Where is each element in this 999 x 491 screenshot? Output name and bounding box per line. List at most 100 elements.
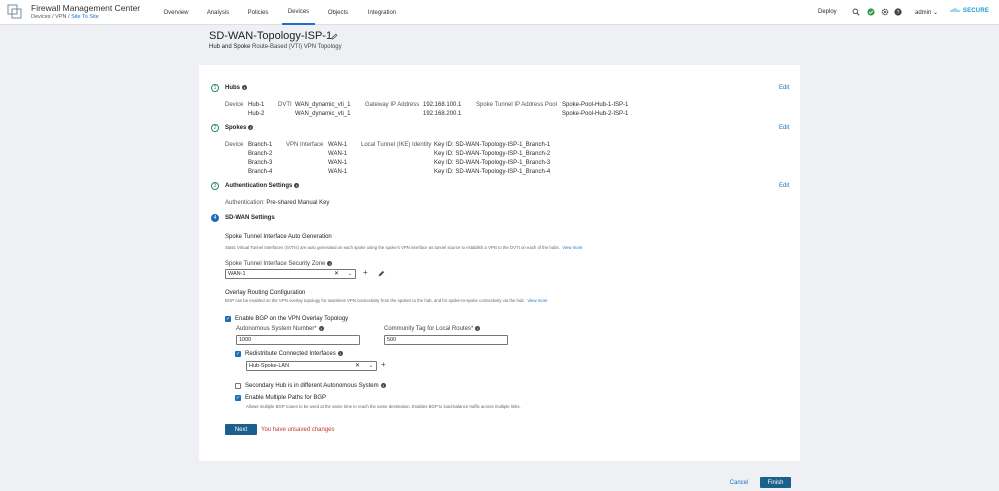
chevron-down-icon[interactable]: ⌄ <box>369 362 373 371</box>
svg-text:?: ? <box>897 10 900 16</box>
auth-section-title: Authentication Settings i <box>225 183 300 190</box>
asn-input[interactable]: 1000 <box>236 335 360 345</box>
multipath-checkbox[interactable]: ✓ <box>235 395 241 401</box>
info-icon: i <box>380 383 386 388</box>
add-zone-icon[interactable]: + <box>363 268 368 277</box>
spokes-ike-label: Local Tunnel (IKE) Identity <box>361 142 432 148</box>
zone-label: Spoke Tunnel Interface Security Zone i <box>225 261 333 268</box>
info-icon: i <box>294 183 300 188</box>
multipath-label: Enable Multiple Paths for BGP <box>245 395 327 401</box>
spoke-ike: Key ID: SD-WAN-Topology-ISP-1_Branch-3 <box>434 160 551 166</box>
clear-icon[interactable]: ✕ <box>334 270 339 279</box>
nav-devices[interactable]: Devices <box>282 0 315 25</box>
sdwan-section-title: SD-WAN Settings <box>225 215 275 221</box>
auto-gen-title: Spoke Tunnel Interface Auto Generation <box>225 234 332 240</box>
breadcrumb-devices[interactable]: Devices <box>31 14 51 20</box>
fmc-logo-icon <box>7 4 22 19</box>
nav-policies[interactable]: Policies <box>241 0 275 25</box>
redistribute-label: Redistribute Connected Interfaces i <box>245 351 343 358</box>
info-icon: i <box>318 326 324 331</box>
hubs-device-label: Device <box>225 102 244 108</box>
info-icon: i <box>337 351 343 356</box>
status-ok-icon[interactable] <box>867 8 875 16</box>
hubs-gateway-label: Gateway IP Address <box>365 102 420 108</box>
pencil-icon[interactable] <box>378 270 385 277</box>
community-label: Community Tag for Local Routes* i <box>384 326 481 333</box>
hub-dvti: WAN_dynamic_vti_1 <box>295 102 351 108</box>
page-title: SD-WAN-Topology-ISP-1 <box>209 30 333 42</box>
info-icon: i <box>248 125 254 130</box>
auto-gen-desc: Static Virtual Tunnel Interfaces (SVTIs)… <box>225 245 583 250</box>
spoke-device: Branch-4 <box>248 169 273 175</box>
summary-card: 1 Hubs i Edit Device Hub-1 Hub-2 DVTI WAN… <box>199 65 800 461</box>
user-menu[interactable]: admin ⌄ <box>915 9 938 16</box>
breadcrumb-vpn[interactable]: VPN <box>55 14 66 20</box>
spokes-vpn-label: VPN Interface <box>286 142 324 148</box>
spoke-ike: Key ID: SD-WAN-Topology-ISP-1_Branch-1 <box>434 142 551 148</box>
spokes-device-label: Device <box>225 142 244 148</box>
deploy-button[interactable]: Deploy <box>818 9 837 15</box>
hub-gateway: 192.168.100.1 <box>423 102 462 108</box>
nav-integration[interactable]: Integration <box>362 0 402 25</box>
add-interface-icon[interactable]: + <box>381 360 386 369</box>
view-more-link[interactable]: View more <box>562 245 582 250</box>
spoke-device: Branch-3 <box>248 160 273 166</box>
spoke-ike: Key ID: SD-WAN-Topology-ISP-1_Branch-2 <box>434 151 551 157</box>
spokes-section-title: Spokes i <box>225 125 254 132</box>
info-icon: i <box>475 326 481 331</box>
redistribute-select[interactable]: Hub-Spoke-LAN ✕ ⌄ <box>246 361 377 371</box>
clear-icon[interactable]: ✕ <box>355 362 360 371</box>
enable-bgp-label: Enable BGP on the VPN Overlay Topology <box>235 316 349 322</box>
redistribute-checkbox[interactable]: ✓ <box>235 351 241 357</box>
next-button[interactable]: Next <box>225 424 257 435</box>
spoke-vpn: WAN-1 <box>328 142 348 148</box>
step-3-indicator: 3 <box>211 182 219 190</box>
top-bar: Firewall Management Center Devices / VPN… <box>0 0 999 25</box>
step-4-indicator: 4 <box>211 214 219 222</box>
chevron-down-icon[interactable]: ⌄ <box>348 270 352 279</box>
search-icon[interactable] <box>852 8 860 16</box>
hubs-section-title: Hubs i <box>225 85 247 92</box>
breadcrumb-site-to-site[interactable]: Site To Site <box>71 14 99 20</box>
community-input[interactable]: 500 <box>384 335 508 345</box>
spoke-device: Branch-1 <box>248 142 273 148</box>
edit-auth-link[interactable]: Edit <box>779 183 789 189</box>
spoke-device: Branch-2 <box>248 151 273 157</box>
enable-bgp-checkbox[interactable]: ✓ <box>225 316 231 322</box>
nav-analysis[interactable]: Analysis <box>200 0 236 25</box>
brand-text: SECURE <box>962 8 990 15</box>
cisco-logo-icon <box>950 8 960 12</box>
step-1-indicator: 1 <box>211 84 219 92</box>
edit-spokes-link[interactable]: Edit <box>779 125 789 131</box>
cisco-secure-logo: SECURE <box>950 8 989 14</box>
hubs-pool-label: Spoke Tunnel IP Address Pool <box>476 102 557 108</box>
multipath-desc: Allows multiple BGP routes to be used at… <box>246 404 521 409</box>
edit-hubs-link[interactable]: Edit <box>779 85 789 91</box>
hub-device: Hub-1 <box>248 102 265 108</box>
overlay-title: Overlay Routing Configuration <box>225 290 306 296</box>
overlay-desc: BGP can be enabled on the VPN overlay to… <box>225 298 548 303</box>
pencil-icon[interactable] <box>331 33 338 40</box>
asn-label: Autonomous System Number* i <box>236 326 324 333</box>
step-2-indicator: 2 <box>211 124 219 132</box>
hub-pool: Spoke-Pool-Hub-1-ISP-1 <box>562 102 629 108</box>
app-title: Firewall Management Center <box>31 3 141 13</box>
secondary-hub-checkbox[interactable] <box>235 383 241 389</box>
view-more-link[interactable]: View more <box>527 298 547 303</box>
finish-button[interactable]: Finish <box>760 477 791 488</box>
spoke-vpn: WAN-1 <box>328 160 348 166</box>
page-subtitle: Hub and Spoke Route-Based (VTI) VPN Topo… <box>209 44 342 50</box>
secondary-hub-label: Secondary Hub is in different Autonomous… <box>245 383 386 390</box>
security-zone-select[interactable]: WAN-1 ✕ ⌄ <box>225 269 356 279</box>
hub-dvti: WAN_dynamic_vti_1 <box>295 111 351 117</box>
nav-objects[interactable]: Objects <box>322 0 354 25</box>
user-name: admin <box>915 10 932 16</box>
unsaved-changes-text: You have unsaved changes <box>261 427 335 433</box>
cancel-button[interactable]: Cancel <box>725 477 753 488</box>
spoke-ike: Key ID: SD-WAN-Topology-ISP-1_Branch-4 <box>434 169 551 175</box>
info-icon: i <box>242 85 247 90</box>
nav-overview[interactable]: Overview <box>158 0 194 25</box>
gear-icon[interactable] <box>881 8 889 16</box>
hubs-dvti-label: DVTI <box>278 102 292 108</box>
help-icon[interactable]: ? <box>894 8 902 16</box>
